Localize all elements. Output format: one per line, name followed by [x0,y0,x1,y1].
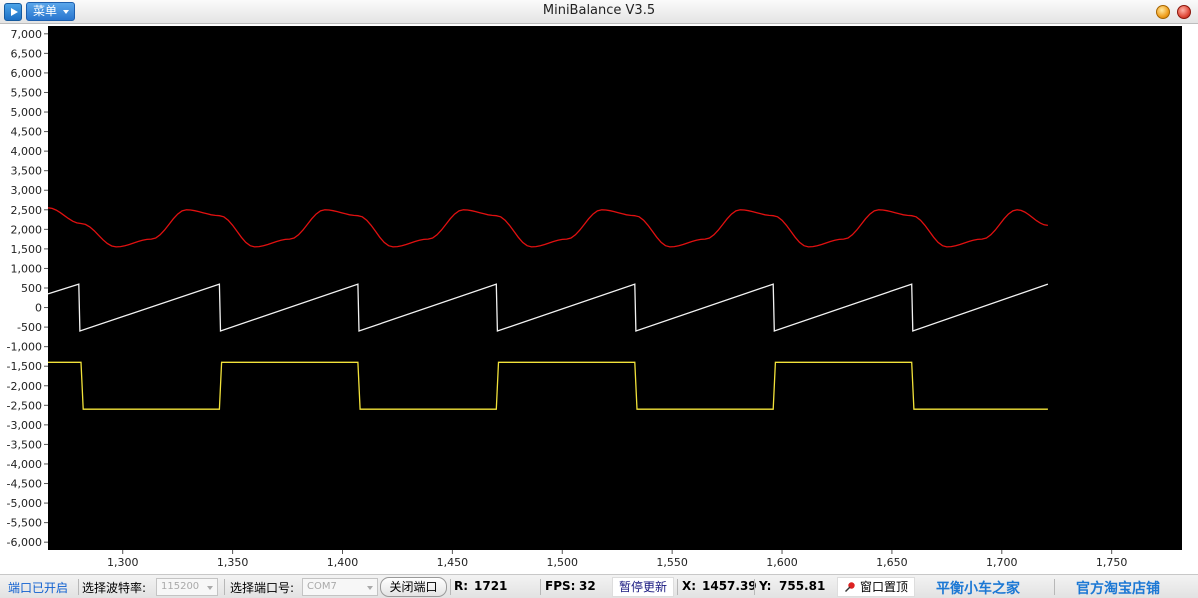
y-tick-label: -6,000 [7,536,42,549]
y-tick-label: -3,500 [7,438,42,451]
separator [754,579,755,595]
y-tick-label: 1,000 [11,262,43,275]
com-port-select[interactable]: COM7 [302,578,378,596]
y-tick-label: -3,000 [7,419,42,432]
y-tick-label: -2,500 [7,399,42,412]
chevron-down-icon [367,586,373,590]
x-tick-label: 1,550 [656,556,688,569]
y-tick-label: 1,500 [11,243,43,256]
baud-rate-select[interactable]: 115200 [156,578,218,596]
y-tick-label: -1,500 [7,360,42,373]
r-value: 1721 [474,579,508,593]
y-tick-label: 3,000 [11,184,43,197]
y-tick-label: 500 [21,282,42,295]
close-button[interactable] [1177,5,1191,19]
y-tick-label: 5,500 [11,86,43,99]
y-tick-label: -1,000 [7,341,42,354]
y-coord-value: 755.81 [779,579,826,593]
pin-window-button[interactable]: 窗口置顶 [837,577,915,597]
x-tick-label: 1,400 [327,556,359,569]
x-tick-label: 1,650 [876,556,908,569]
fps-label: FPS: [545,579,576,593]
x-tick-label: 1,450 [437,556,469,569]
y-tick-label: -4,500 [7,478,42,491]
separator [1054,579,1055,595]
x-coord-label: X: [682,579,697,593]
minimize-button[interactable] [1156,5,1170,19]
y-tick-label: 4,500 [11,126,43,139]
title-bar: 菜单 MiniBalance V3.5 [0,0,1198,24]
y-tick-label: 6,000 [11,67,43,80]
y-tick-label: 4,000 [11,145,43,158]
waveform-plot[interactable]: 7,000 6,500 6,000 5,500 5,000 4,500 4,000 3,500… [0,24,1198,574]
x-coord-value: 1457.39 [702,579,757,593]
y-tick-label: -5,500 [7,517,42,530]
plot-background [48,26,1182,550]
separator [540,579,541,595]
pin-window-label: 窗口置顶 [860,580,909,594]
y-tick-label: -5,000 [7,497,42,510]
x-tick-label: 1,350 [217,556,249,569]
fps-value: 32 [579,579,596,593]
y-tick-label: 5,000 [11,106,43,119]
baud-rate-value: 115200 [161,581,200,592]
r-label: R: [454,579,469,593]
x-tick-label: 1,600 [766,556,798,569]
link-home[interactable]: 平衡小车之家 [936,578,1020,598]
separator [450,579,451,595]
x-tick-label: 1,500 [547,556,579,569]
pause-update-button[interactable]: 暂停更新 [612,577,674,597]
waveform-chart: 7,000 6,500 6,000 5,500 5,000 4,500 4,000 3,500… [7,26,1182,569]
port-status-text: 端口已开启 [8,581,69,595]
y-tick-label: 3,500 [11,165,43,178]
x-tick-label: 1,300 [107,556,139,569]
y-tick-label: 2,500 [11,204,43,217]
window-title: MiniBalance V3.5 [542,3,656,18]
x-tick-label: 1,700 [986,556,1018,569]
pin-icon [845,582,855,592]
separator [677,579,678,595]
y-tick-label: -2,000 [7,380,42,393]
x-axis: 1,300 1,350 1,400 1,450 1,500 1,550 1,600 1,650… [107,550,1127,569]
y-tick-label: 0 [35,302,42,315]
y-tick-label: 6,500 [11,47,43,60]
y-tick-label: 7,000 [11,28,43,41]
separator [78,579,79,595]
baud-label: 选择波特率: [82,581,147,595]
y-tick-label: -500 [17,321,42,334]
separator [224,579,225,595]
port-label: 选择端口号: [230,581,295,595]
com-port-value: COM7 [307,581,337,592]
x-tick-label: 1,750 [1096,556,1128,569]
y-coord-label: Y: [759,579,772,593]
y-axis: 7,000 6,500 6,000 5,500 5,000 4,500 4,000 3,500… [7,28,48,549]
close-port-button[interactable]: 关闭端口 [380,577,447,597]
status-bar: 端口已开启 选择波特率: 115200 选择端口号: COM7 关闭端口 R: … [0,574,1198,598]
chevron-down-icon [207,586,213,590]
y-tick-label: 2,000 [11,223,43,236]
y-tick-label: -4,000 [7,458,42,471]
link-shop[interactable]: 官方淘宝店铺 [1076,578,1160,598]
